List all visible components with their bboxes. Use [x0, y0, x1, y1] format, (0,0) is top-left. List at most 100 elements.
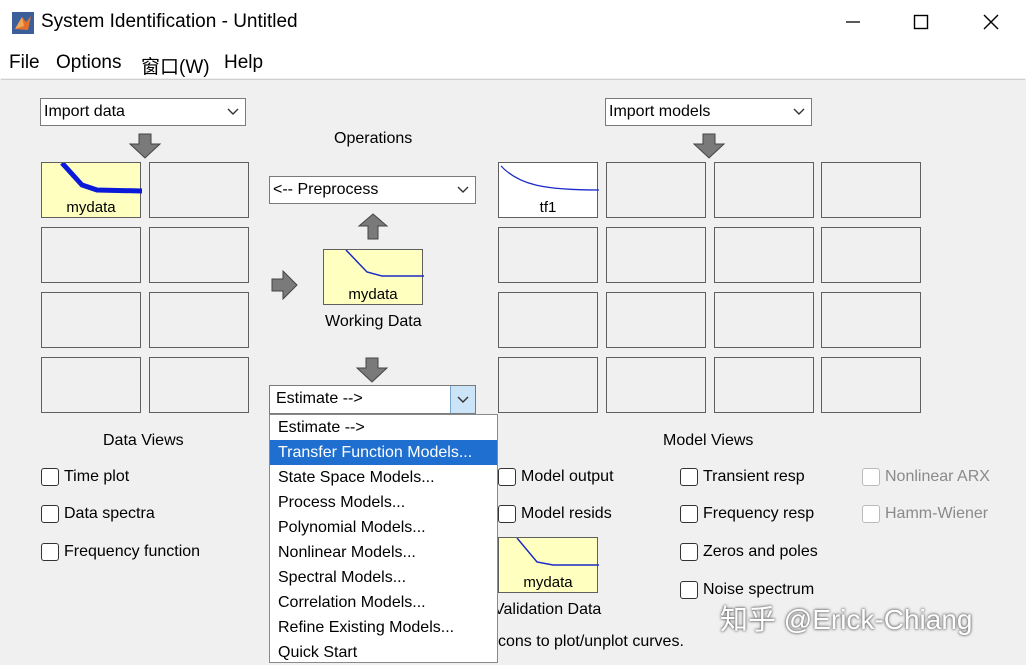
noise-spectrum-checkbox[interactable]: Noise spectrum: [680, 581, 814, 599]
data-slot[interactable]: [41, 357, 141, 413]
chevron-down-icon: [457, 396, 469, 403]
data-slot[interactable]: [41, 227, 141, 283]
model-slot[interactable]: [821, 292, 921, 348]
checkbox-box[interactable]: [41, 505, 59, 523]
validation-data-name: mydata: [523, 574, 573, 591]
menu-option-quick-start[interactable]: Quick Start: [270, 640, 497, 665]
working-data-slot[interactable]: mydata: [323, 249, 424, 305]
checkbox-label: Model output: [521, 468, 614, 485]
preprocess-label: <-- Preprocess: [273, 181, 379, 198]
checkbox-label: Time plot: [64, 468, 130, 485]
data-slot-mydata[interactable]: mydata: [41, 162, 142, 218]
model-resids-checkbox[interactable]: Model resids: [498, 505, 612, 523]
model-slot[interactable]: [714, 292, 814, 348]
frequency-resp-checkbox[interactable]: Frequency resp: [680, 505, 814, 523]
checkbox-box[interactable]: [498, 468, 516, 486]
operations-label: Operations: [334, 130, 413, 147]
model-slot[interactable]: [606, 292, 706, 348]
checkbox-box: [862, 505, 880, 523]
data-slot[interactable]: [149, 227, 249, 283]
estimate-label: Estimate -->: [276, 390, 363, 407]
menu-option-correlation[interactable]: Correlation Models...: [270, 590, 497, 615]
model-slot[interactable]: [821, 162, 921, 218]
checkbox-label: Frequency function: [64, 543, 201, 560]
data-slot[interactable]: [41, 292, 141, 348]
validation-data-caption: Validation Data: [494, 601, 602, 618]
checkbox-box[interactable]: [41, 468, 59, 486]
transient-resp-checkbox[interactable]: Transient resp: [680, 468, 805, 486]
maximize-icon: [913, 14, 929, 30]
validation-data-slot[interactable]: mydata: [498, 537, 599, 593]
minimize-button[interactable]: [830, 6, 876, 38]
model-slot[interactable]: [821, 227, 921, 283]
menu-option-spectral[interactable]: Spectral Models...: [270, 565, 497, 590]
data-views-label: Data Views: [103, 432, 184, 449]
menu-options[interactable]: Options: [56, 52, 121, 74]
estimate-dropdown-button[interactable]: [450, 386, 475, 413]
data-slot[interactable]: [149, 292, 249, 348]
menu-option-transfer-function[interactable]: Transfer Function Models...: [270, 440, 497, 465]
model-slot[interactable]: [714, 162, 814, 218]
menu-file[interactable]: File: [9, 52, 40, 74]
data-slot[interactable]: [149, 357, 249, 413]
checkbox-box[interactable]: [680, 468, 698, 486]
checkbox-label: Zeros and poles: [703, 543, 818, 560]
model-slot[interactable]: [606, 162, 706, 218]
up-arrow-icon: [357, 213, 389, 240]
minimize-icon: [846, 21, 860, 23]
menu-option-nonlinear[interactable]: Nonlinear Models...: [270, 540, 497, 565]
model-slot[interactable]: [498, 227, 598, 283]
model-slot[interactable]: [498, 292, 598, 348]
checkbox-label: Transient resp: [703, 468, 805, 485]
maximize-button[interactable]: [898, 6, 944, 38]
checkbox-box[interactable]: [680, 581, 698, 599]
model-slot[interactable]: [606, 227, 706, 283]
down-arrow-icon: [128, 133, 162, 159]
checkbox-box[interactable]: [680, 505, 698, 523]
model-output-checkbox[interactable]: Model output: [498, 468, 614, 486]
import-models-dropdown[interactable]: Import models: [605, 98, 812, 126]
menu-option-estimate[interactable]: Estimate -->: [270, 415, 497, 440]
import-models-label: Import models: [609, 103, 711, 120]
zeros-and-poles-checkbox[interactable]: Zeros and poles: [680, 543, 818, 561]
close-button[interactable]: [968, 6, 1014, 38]
data-spectra-checkbox[interactable]: Data spectra: [41, 505, 155, 523]
import-data-label: Import data: [44, 103, 125, 120]
chevron-down-icon: [457, 186, 469, 193]
estimate-dropdown[interactable]: Estimate -->: [269, 385, 476, 414]
checkbox-label: Frequency resp: [703, 505, 815, 522]
checkbox-box: [862, 468, 880, 486]
model-views-label: Model Views: [663, 432, 754, 449]
menu-help[interactable]: Help: [224, 52, 263, 74]
menu-option-polynomial[interactable]: Polynomial Models...: [270, 515, 497, 540]
model-curve-icon: [500, 165, 599, 191]
working-data-caption: Working Data: [325, 313, 422, 330]
preprocess-dropdown[interactable]: <-- Preprocess: [269, 176, 476, 204]
import-data-dropdown[interactable]: Import data: [40, 98, 246, 126]
model-slot[interactable]: [714, 227, 814, 283]
frequency-function-checkbox[interactable]: Frequency function: [41, 543, 200, 561]
data-curve-icon: [516, 538, 599, 566]
model-slot-label: tf1: [539, 199, 557, 216]
watermark: 知乎 @Erick-Chiang: [720, 604, 973, 635]
time-plot-checkbox[interactable]: Time plot: [41, 468, 129, 486]
menu-window[interactable]: 窗口(W): [141, 52, 210, 79]
model-slot-tf1[interactable]: tf1: [498, 162, 599, 218]
chevron-down-icon: [227, 108, 239, 115]
close-icon: [983, 14, 999, 30]
working-data-name: mydata: [348, 286, 398, 303]
checkbox-box[interactable]: [41, 543, 59, 561]
menu-option-process[interactable]: Process Models...: [270, 490, 497, 515]
menu-option-state-space[interactable]: State Space Models...: [270, 465, 497, 490]
menu-option-refine-existing[interactable]: Refine Existing Models...: [270, 615, 497, 640]
model-slot[interactable]: [714, 357, 814, 413]
checkbox-box[interactable]: [680, 543, 698, 561]
checkbox-label: Noise spectrum: [703, 581, 815, 598]
data-slot[interactable]: [149, 162, 249, 218]
model-slot[interactable]: [498, 357, 598, 413]
data-curve-icon: [345, 250, 424, 277]
model-slot[interactable]: [821, 357, 921, 413]
model-slot[interactable]: [606, 357, 706, 413]
down-arrow-icon: [692, 133, 726, 159]
checkbox-box[interactable]: [498, 505, 516, 523]
